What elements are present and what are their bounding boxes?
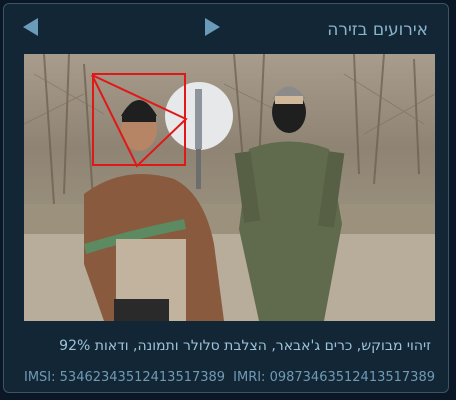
event-panel: אירועים בזירה זיהוי מבוקש, כרים ג'אבאר, …: [3, 3, 449, 393]
event-photo[interactable]: [24, 54, 435, 321]
panel-header: אירועים בזירה: [4, 4, 448, 52]
scene-illustration: [24, 54, 435, 321]
face-detection-box[interactable]: [92, 73, 186, 166]
play-right-icon[interactable]: [205, 18, 220, 36]
panel-title: אירועים בזירה: [327, 20, 428, 40]
play-left-icon[interactable]: [23, 18, 38, 36]
imri-value: IMRI: 09873463512413517389: [233, 370, 435, 385]
imsi-value: IMSI: 53462343512413517389: [24, 370, 226, 385]
event-caption: זיהוי מבוקש, כרים ג'אבאר, הצלבת סלולר ות…: [59, 338, 431, 354]
identifiers-row: IMSI: 53462343512413517389 IMRI: 0987346…: [24, 370, 435, 388]
